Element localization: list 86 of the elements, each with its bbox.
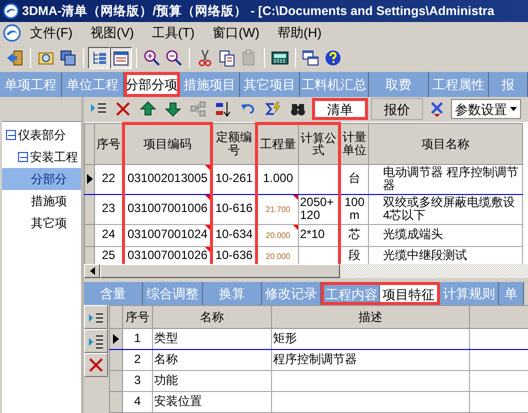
table-cell: 21.700 [256,194,298,224]
exit-icon [6,49,24,67]
caret-icon [510,107,517,112]
table-cell: 台 [340,164,368,194]
table-cell: 4 [122,392,152,412]
menu-item[interactable]: 视图(V) [82,23,143,43]
table-cell: 031002013005 [124,164,212,194]
column-header[interactable]: 序号 [122,306,152,328]
table-cell: 1.000 [256,164,298,194]
window-title: 3DMA-清单（网络版）/预算（网络版） - [C:\Documents and Settings\Administra [22,2,494,20]
column-header[interactable]: 工程量 [256,123,298,164]
form-icon [112,49,130,67]
table-cell: 100 m [340,194,368,224]
column-header[interactable]: 计量单位 [340,123,368,164]
table-cell: 安装位置 [152,392,272,412]
settings-dropdown[interactable]: 参数设置 [451,99,521,120]
table-cell: 程序控制调节器 [272,350,470,370]
table-cell: 双绞或多绞屏蔽电缆敷设4芯以下 [368,194,522,224]
table-cell: 031007001006 [124,194,212,224]
table-cell: 2050+120 [298,194,340,224]
empty-cell [298,164,340,194]
row-header-corner [84,123,94,164]
menu-item[interactable]: 文件(F) [21,23,82,43]
table-cell: 矩形 [272,328,470,350]
column-header[interactable]: 序号 [94,123,124,164]
binoculars-icon [290,101,306,118]
table-cell: 电动调节器 程序控制调节器 [368,164,522,194]
row-indicator[interactable] [110,350,122,370]
table-cell: 2 [122,350,152,370]
help-icon [324,49,342,67]
zoom-in-icon [143,49,161,67]
column-header[interactable]: 计算公式 [298,123,340,164]
copy-icon [218,49,236,67]
left-arrow-icon [90,267,94,276]
current-row-icon [86,174,92,184]
windows-icon [59,49,77,67]
column-header[interactable]: 项目名称 [368,123,522,164]
up-arrow-icon [140,101,156,118]
table-cell: 名称 [152,350,272,370]
table-cell: 功能 [152,370,272,392]
table-cell: 1 [122,328,152,350]
sort-icon [215,101,231,118]
table-cell: 光缆成端头 [368,224,522,246]
tab[interactable]: 分部分项 [124,72,180,97]
table-cell: 031007001024 [124,224,212,246]
cross-icon [429,101,445,118]
calculator-icon [271,49,289,67]
current-row-icon [113,334,119,344]
append-row-icon [88,333,104,349]
zoom-out-icon [165,49,183,67]
app-logo-icon [3,3,19,19]
row-indicator[interactable] [84,194,94,224]
toolbar-button[interactable] [110,47,132,69]
scissors-icon [196,49,214,67]
tree-item[interactable]: 措施项 [30,192,68,210]
row-header-corner [110,306,122,328]
view-toggle[interactable]: 清单 [312,98,368,120]
window-switch-icon [302,49,320,67]
delete-icon [88,357,104,373]
tree-item[interactable]: 其它项 [30,214,68,232]
lightning-icon [265,101,281,118]
scrollbar-thumb[interactable] [100,264,340,278]
column-header[interactable]: 名称 [152,306,272,328]
tree-item[interactable]: 安装工程 [29,148,79,166]
toolbar-button[interactable] [88,47,110,69]
menu-item[interactable]: 窗口(W) [204,23,268,43]
row-indicator[interactable] [110,328,122,350]
tab[interactable]: 项目特征 [380,282,440,305]
view-toggle[interactable]: 报价 [371,98,423,120]
menu-item[interactable]: 帮助(H) [268,23,331,43]
app-logo-icon[interactable] [3,24,21,42]
hierarchy-icon [190,101,206,118]
column-header[interactable]: 项目编码 [124,123,212,164]
table-cell: 2*10 [298,224,340,246]
down-arrow-icon [165,101,181,118]
menu-item[interactable]: 工具(T) [142,23,204,43]
row-indicator[interactable] [84,164,94,194]
scroll-left-button[interactable] [84,264,100,278]
table-cell: 芯 [340,224,368,246]
column-header[interactable]: 描述 [272,306,470,328]
table-cell: 20.000 [256,224,298,246]
table-cell: 类型 [152,328,272,350]
column-header[interactable]: 定额编号 [212,123,256,164]
table-cell: 3 [122,370,152,392]
tree-item[interactable]: 仪表部分 [17,126,67,144]
delete-icon [115,101,131,118]
